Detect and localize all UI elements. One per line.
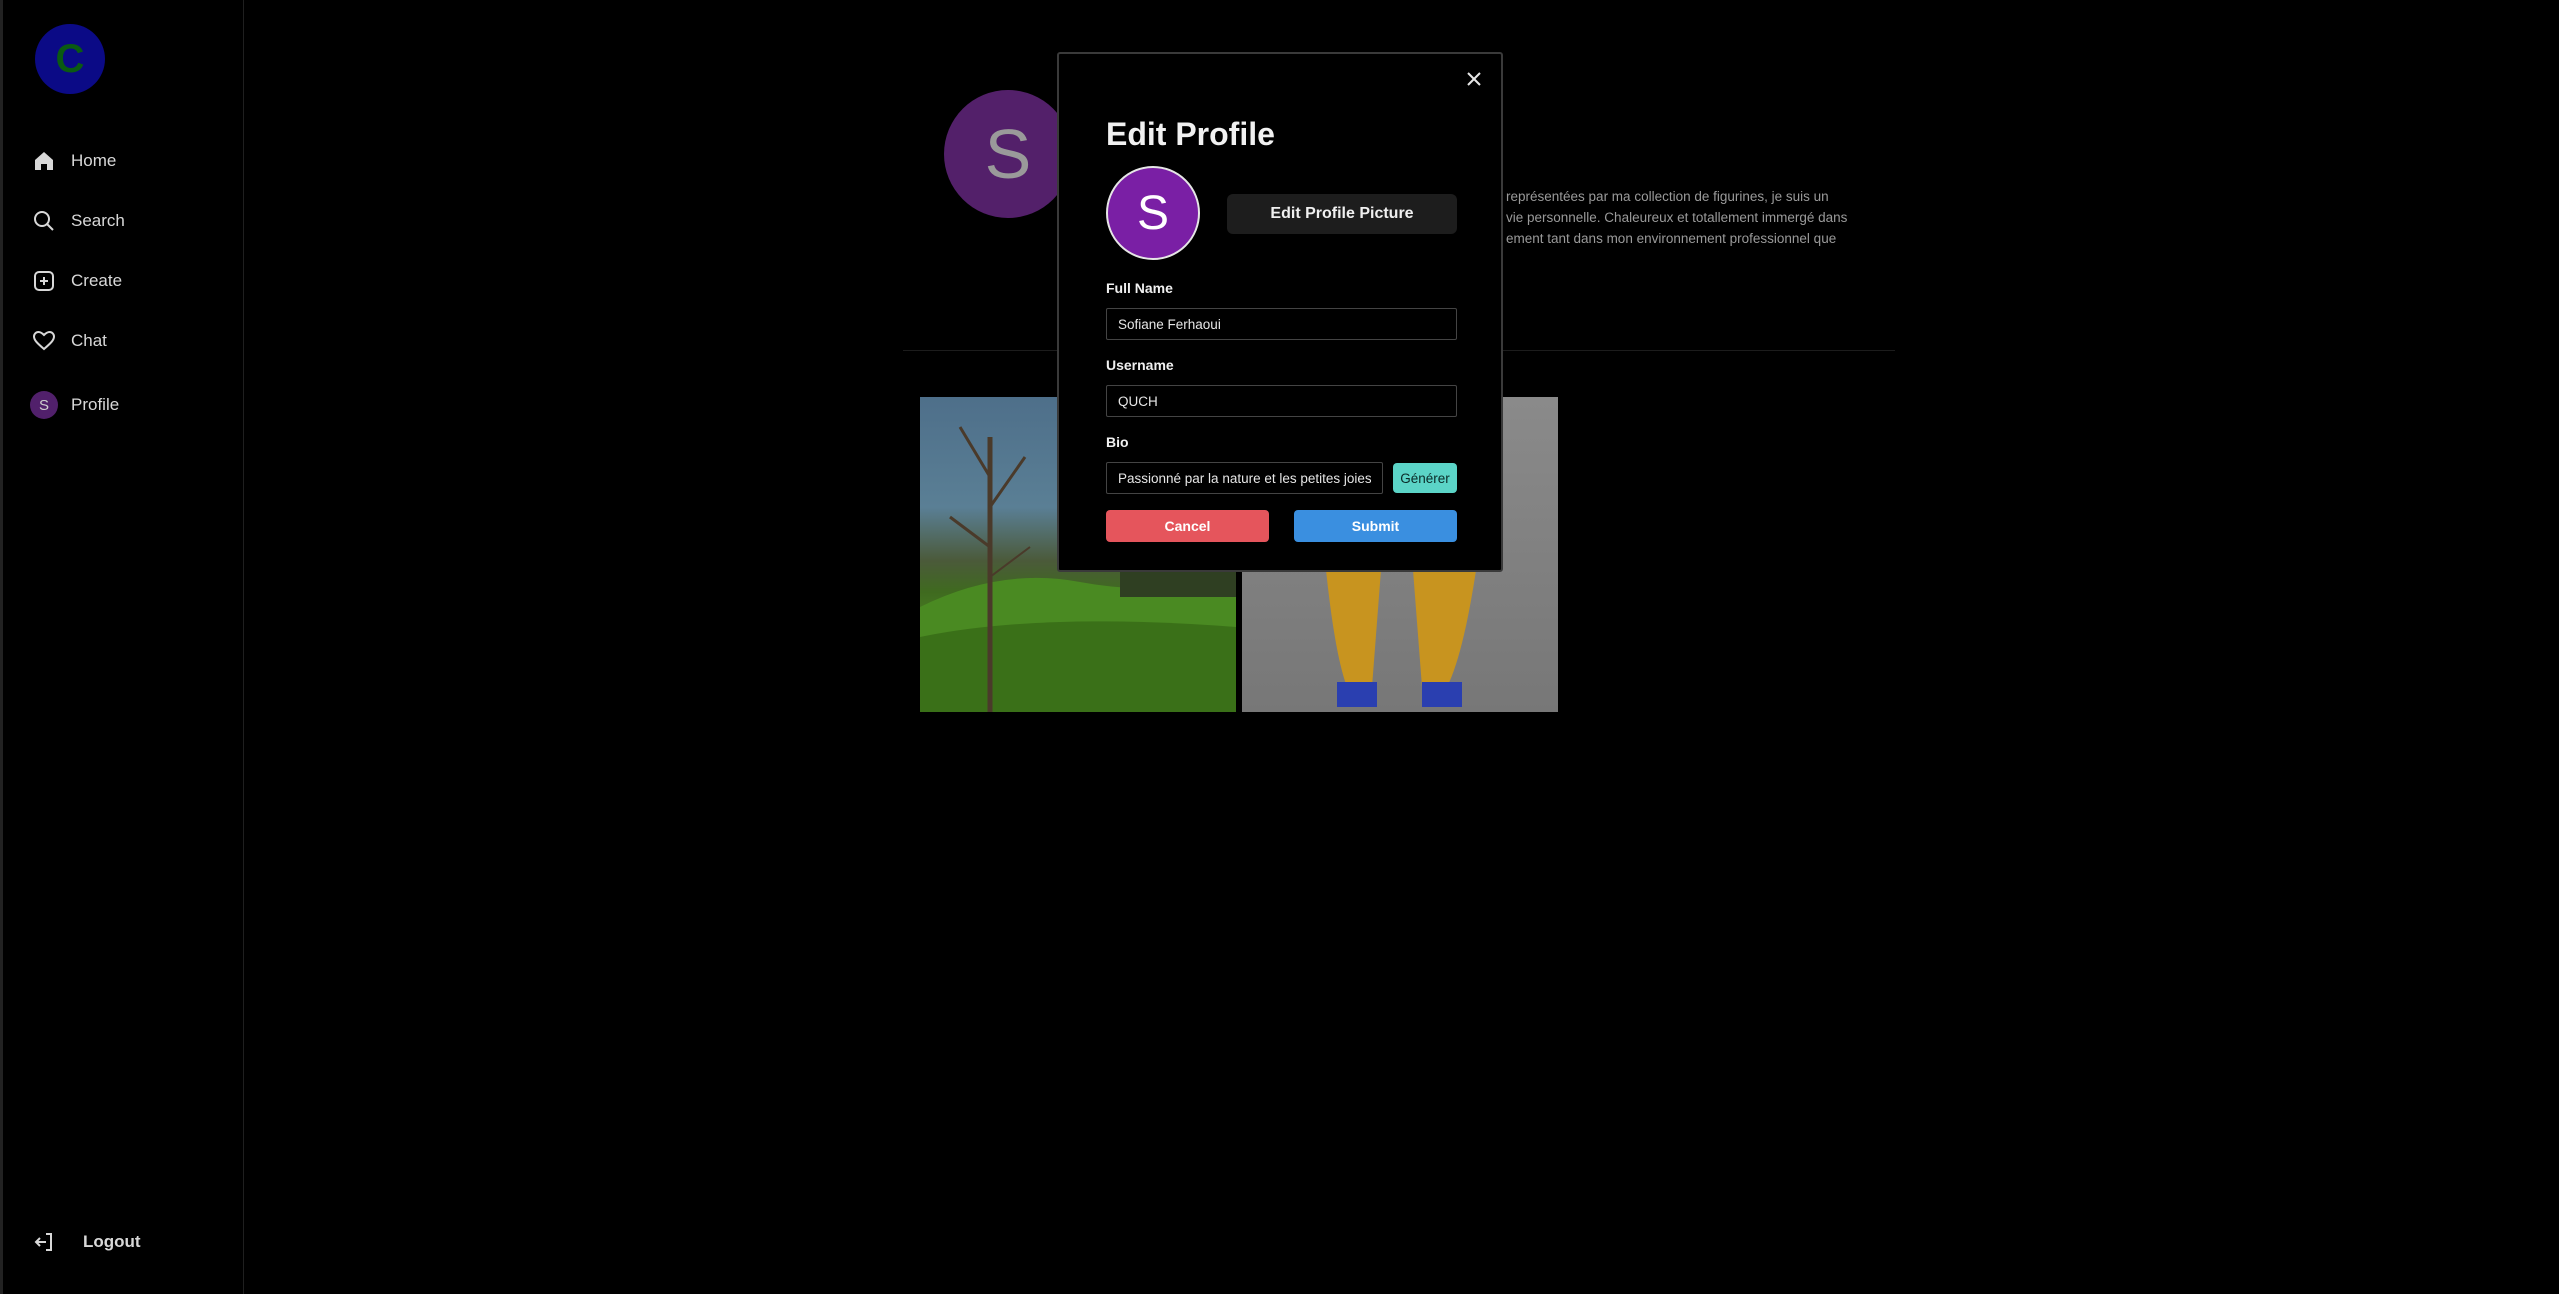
brand-logo[interactable]: C (35, 24, 105, 94)
bio-label: Bio (1106, 434, 1129, 450)
edit-profile-modal: Edit Profile S Edit Profile Picture Full… (1057, 52, 1503, 572)
submit-button[interactable]: Submit (1294, 510, 1457, 542)
heart-icon (29, 326, 59, 356)
logout-button[interactable]: Logout (29, 1227, 141, 1257)
profile-avatar: S (944, 90, 1072, 218)
bio-line: ement tant dans mon environnement profes… (1506, 231, 1837, 246)
sidebar-item-label: Chat (71, 331, 107, 350)
logout-icon (29, 1227, 59, 1257)
username-label: Username (1106, 357, 1174, 373)
close-button[interactable] (1463, 68, 1485, 90)
profile-bio: représentées par ma collection de figuri… (1506, 186, 1866, 249)
sidebar: C Home Search Create Chat S Profile Logo… (0, 0, 244, 1294)
sidebar-item-home[interactable]: Home (29, 146, 116, 176)
sidebar-item-search[interactable]: Search (29, 206, 125, 236)
bio-line: représentées par ma collection de figuri… (1506, 189, 1829, 204)
sidebar-item-label: Create (71, 271, 123, 290)
sidebar-item-profile[interactable]: S Profile (29, 390, 119, 420)
avatar: S (1106, 166, 1200, 260)
cancel-button[interactable]: Cancel (1106, 510, 1269, 542)
generate-bio-button[interactable]: Générer (1393, 463, 1457, 493)
sidebar-item-chat[interactable]: Chat (29, 326, 107, 356)
plus-square-icon (29, 266, 59, 296)
bio-line: vie personnelle. Chaleureux et totalleme… (1506, 210, 1848, 225)
sidebar-item-label: Search (71, 211, 125, 230)
sidebar-item-create[interactable]: Create (29, 266, 122, 296)
modal-title: Edit Profile (1106, 116, 1275, 152)
username-field[interactable] (1106, 385, 1457, 417)
full-name-label: Full Name (1106, 280, 1173, 296)
edit-profile-picture-button[interactable]: Edit Profile Picture (1227, 194, 1457, 234)
sidebar-item-label: Home (71, 151, 117, 170)
sidebar-item-label: Profile (71, 395, 120, 414)
home-icon (29, 146, 59, 176)
full-name-field[interactable] (1106, 308, 1457, 340)
close-icon (1467, 72, 1481, 86)
avatar: S (30, 391, 58, 419)
bio-field[interactable] (1106, 462, 1383, 494)
search-icon (29, 206, 59, 236)
logout-label: Logout (83, 1232, 141, 1251)
